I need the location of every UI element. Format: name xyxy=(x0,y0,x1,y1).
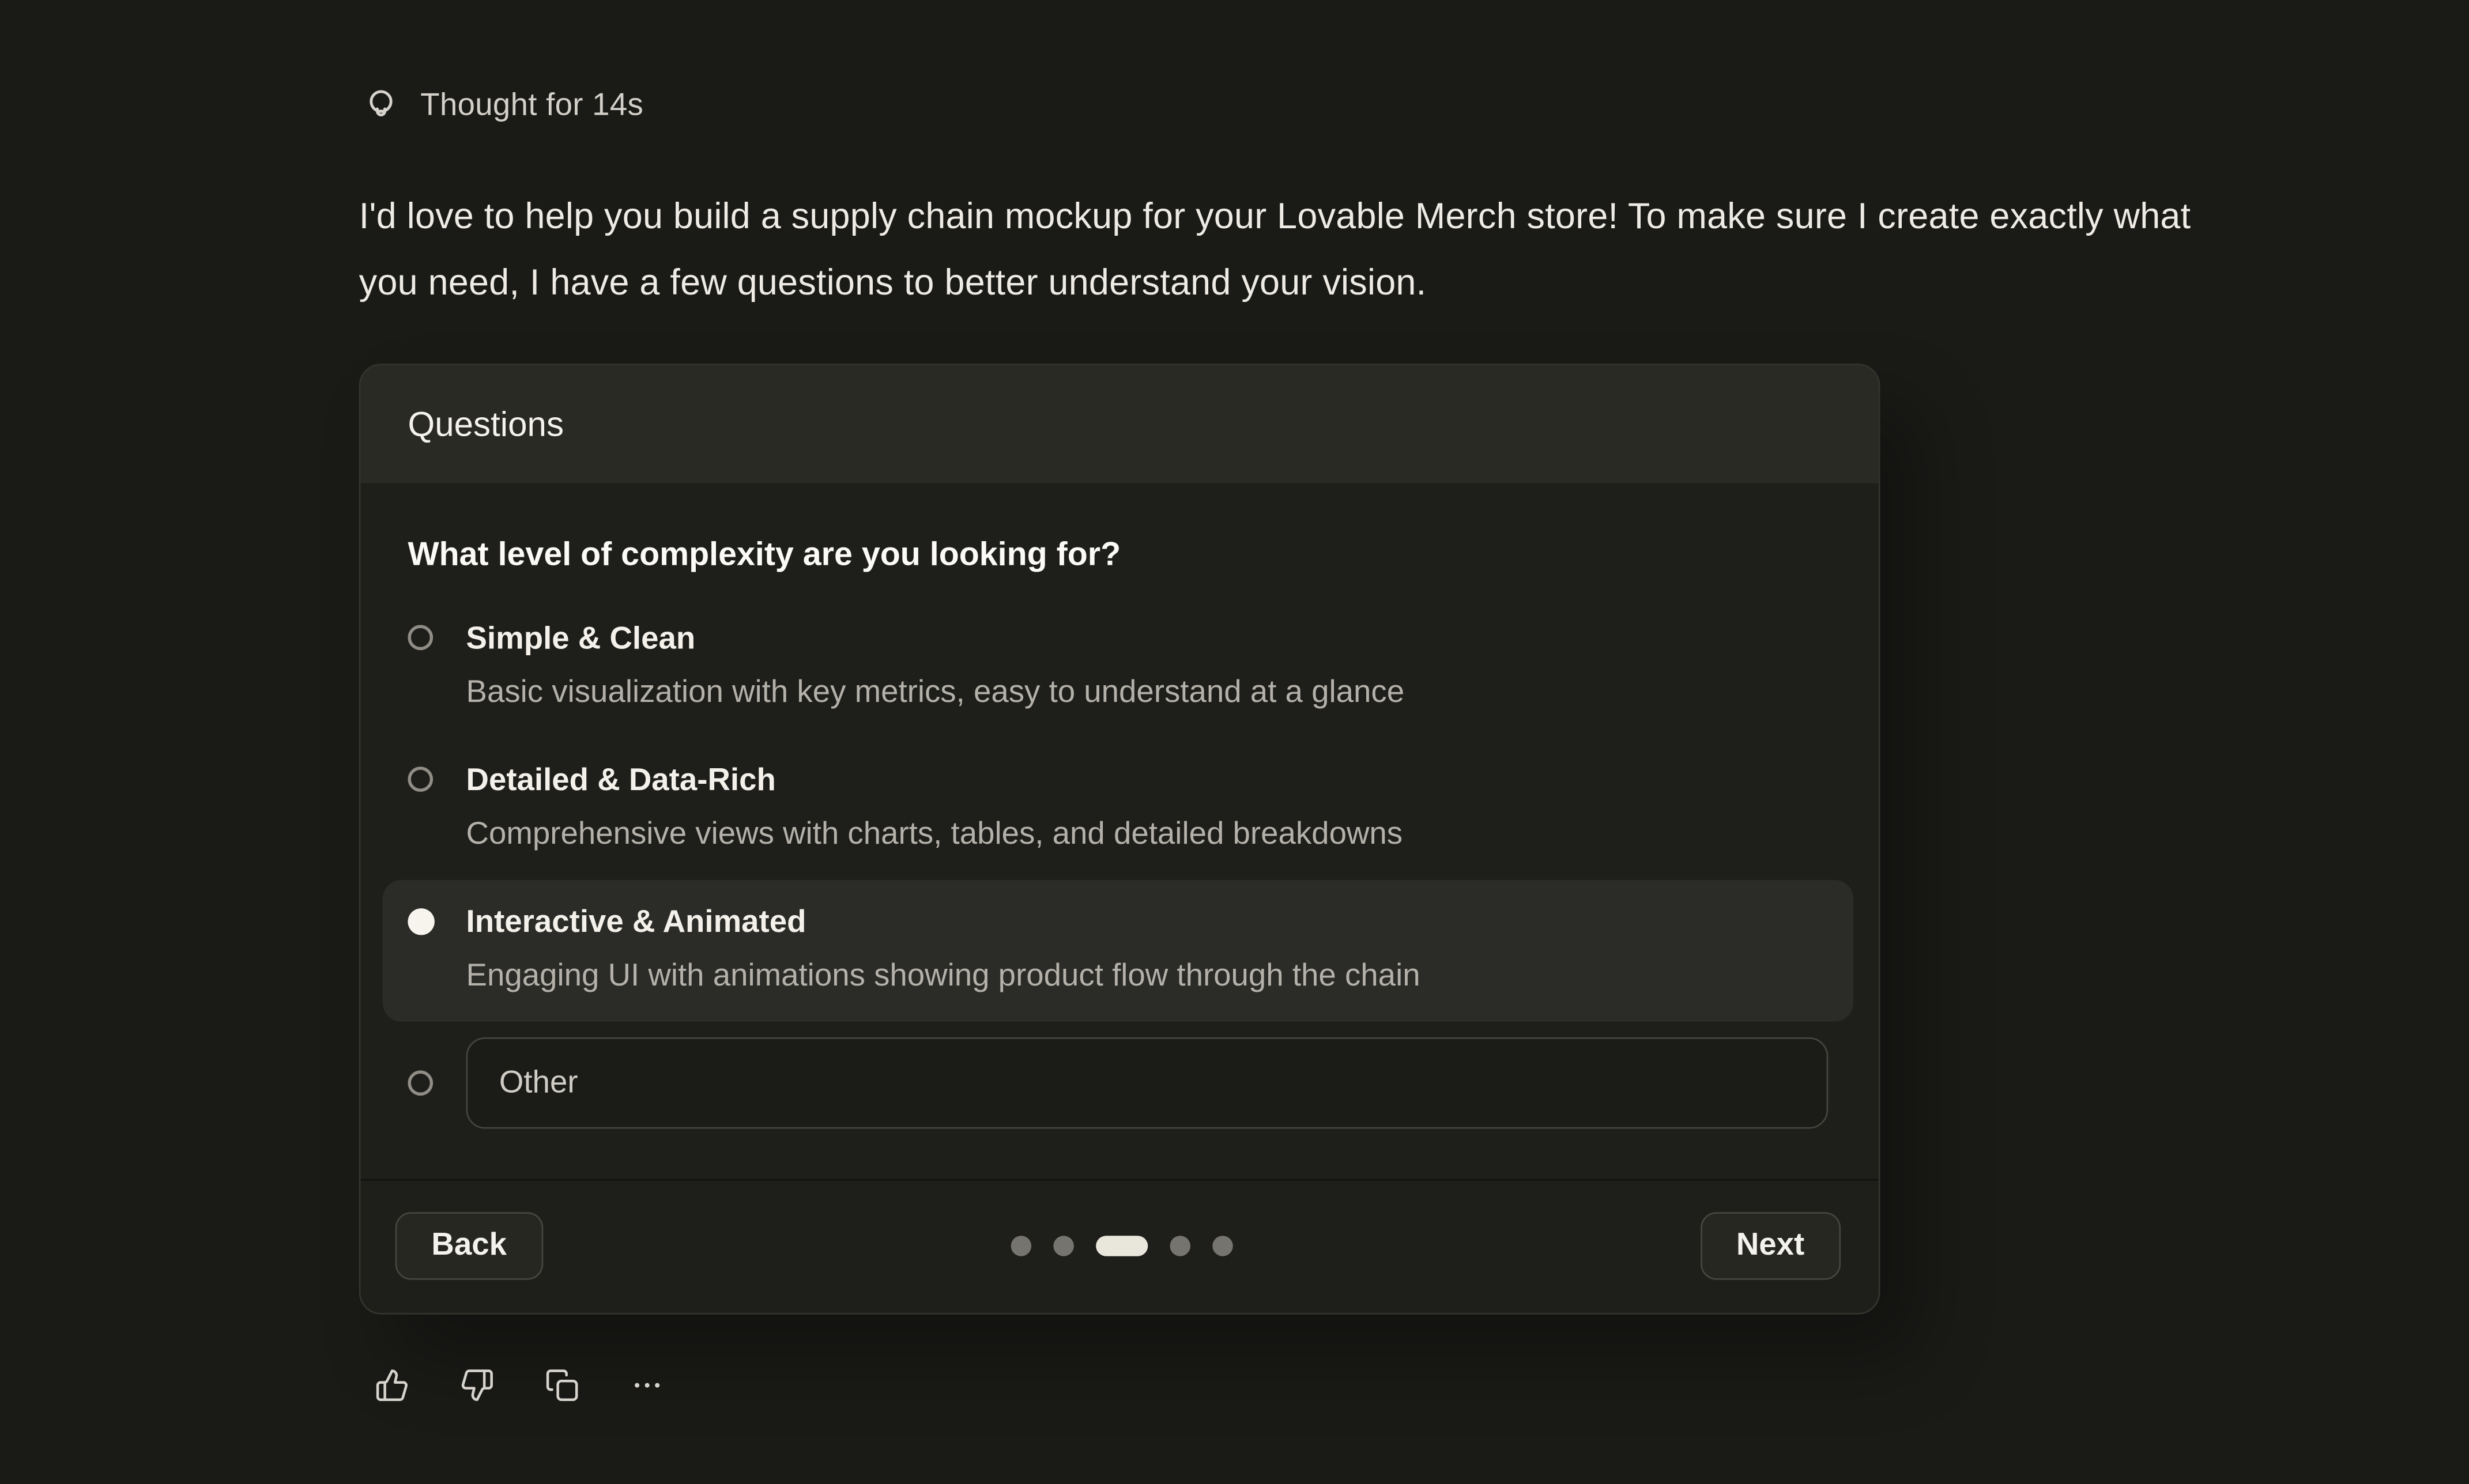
option-other[interactable] xyxy=(383,1022,1853,1138)
pagination-dot xyxy=(1053,1236,1074,1256)
assistant-message-block: Thought for 14s I'd love to help you bui… xyxy=(0,0,1890,1403)
radio-unselected-icon[interactable] xyxy=(408,625,433,650)
options-list: Simple & Clean Basic visualization with … xyxy=(383,596,1853,1138)
message-actions xyxy=(375,1368,1890,1403)
pagination-dot xyxy=(1170,1236,1190,1256)
thinking-summary[interactable]: Thought for 14s xyxy=(362,86,1890,124)
pagination-dot-active xyxy=(1095,1236,1147,1256)
thumbs-down-icon xyxy=(460,1368,495,1403)
pagination-dots xyxy=(1011,1236,1232,1256)
thumbs-down-button[interactable] xyxy=(460,1368,495,1403)
questions-card-header: Questions xyxy=(361,365,1879,485)
card-title: Questions xyxy=(408,405,1831,445)
thinking-label: Thought for 14s xyxy=(420,88,643,124)
chat-screen: Thought for 14s I'd love to help you bui… xyxy=(0,0,2469,1484)
questions-card-footer: Back Next xyxy=(361,1179,1879,1313)
thumbs-up-button[interactable] xyxy=(375,1368,409,1403)
back-button[interactable]: Back xyxy=(395,1212,543,1279)
radio-unselected-icon[interactable] xyxy=(408,1070,433,1096)
option-label: Detailed & Data-Rich xyxy=(466,759,1829,803)
option-label: Simple & Clean xyxy=(466,617,1829,661)
option-label: Interactive & Animated xyxy=(466,900,1829,944)
thumbs-up-icon xyxy=(375,1368,409,1403)
assistant-message-text: I'd love to help you build a supply chai… xyxy=(359,183,2193,315)
option-description: Engaging UI with animations showing prod… xyxy=(466,954,1829,998)
lightbulb-icon xyxy=(362,86,400,124)
radio-selected-icon[interactable] xyxy=(408,908,434,935)
copy-button[interactable] xyxy=(545,1368,579,1403)
option-description: Basic visualization with key metrics, ea… xyxy=(466,671,1829,715)
questions-card: Questions What level of complexity are y… xyxy=(359,364,1880,1315)
option-detailed-data-rich[interactable]: Detailed & Data-Rich Comprehensive views… xyxy=(383,738,1853,880)
more-options-button[interactable] xyxy=(630,1368,665,1403)
questions-card-body: What level of complexity are you looking… xyxy=(361,485,1879,1179)
radio-unselected-icon[interactable] xyxy=(408,766,433,792)
option-interactive-animated[interactable]: Interactive & Animated Engaging UI with … xyxy=(383,880,1853,1022)
next-button[interactable]: Next xyxy=(1700,1212,1841,1279)
more-horizontal-icon xyxy=(630,1368,665,1403)
pagination-dot xyxy=(1212,1236,1232,1256)
option-description: Comprehensive views with charts, tables,… xyxy=(466,812,1829,856)
pagination-dot xyxy=(1011,1236,1031,1256)
question-text: What level of complexity are you looking… xyxy=(408,534,1831,577)
option-simple-clean[interactable]: Simple & Clean Basic visualization with … xyxy=(383,596,1853,738)
copy-icon xyxy=(545,1368,579,1403)
other-option-input[interactable] xyxy=(466,1037,1829,1128)
